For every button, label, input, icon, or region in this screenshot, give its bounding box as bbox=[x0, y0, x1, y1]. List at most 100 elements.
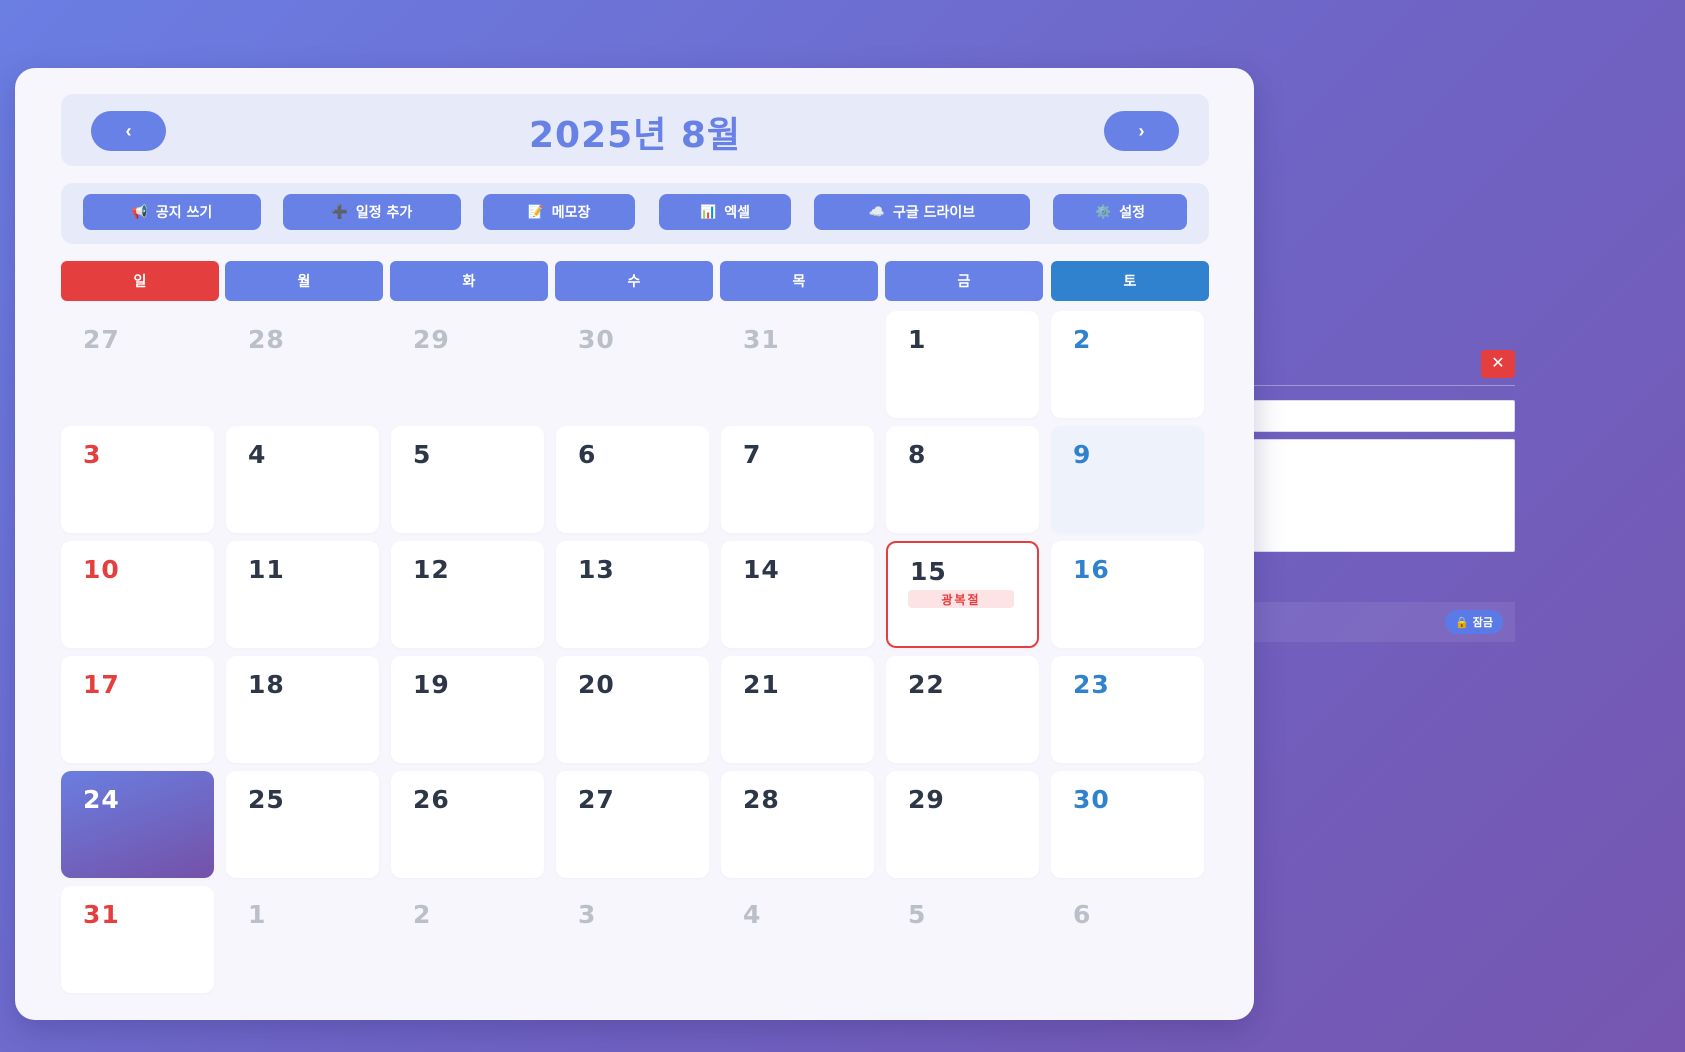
write-notice-label: 공지 쓰기 bbox=[155, 205, 213, 221]
day-cell-outside-month[interactable]: 3 bbox=[556, 886, 709, 993]
weekday-sun: 일 bbox=[61, 261, 219, 301]
add-event-button[interactable]: ➕ 일정 추가 bbox=[283, 194, 461, 230]
day-cell-outside-month[interactable]: 30 bbox=[556, 311, 709, 418]
day-number: 17 bbox=[83, 670, 120, 699]
lock-icon: 🔒 bbox=[1455, 615, 1469, 629]
day-cell-30[interactable]: 30 bbox=[1051, 771, 1204, 878]
day-cell-8[interactable]: 8 bbox=[886, 426, 1039, 533]
day-cell-outside-month[interactable]: 2 bbox=[391, 886, 544, 993]
day-number: 10 bbox=[83, 555, 120, 584]
day-cell-12[interactable]: 12 bbox=[391, 541, 544, 648]
close-button[interactable]: ✕ bbox=[1481, 350, 1515, 378]
day-cell-20[interactable]: 20 bbox=[556, 656, 709, 763]
day-cell-outside-month[interactable]: 1 bbox=[226, 886, 379, 993]
day-cell-21[interactable]: 21 bbox=[721, 656, 874, 763]
day-number: 31 bbox=[743, 325, 780, 354]
google-drive-label: 구글 드라이브 bbox=[893, 205, 976, 221]
day-cell-outside-month[interactable]: 29 bbox=[391, 311, 544, 418]
holiday-event-badge[interactable]: 광복절 bbox=[908, 590, 1014, 608]
weekday-fri: 금 bbox=[885, 261, 1043, 301]
day-number: 1 bbox=[248, 900, 267, 929]
day-number: 3 bbox=[578, 900, 597, 929]
day-number: 16 bbox=[1073, 555, 1110, 584]
day-cell-31[interactable]: 31 bbox=[61, 886, 214, 993]
day-number: 28 bbox=[743, 785, 780, 814]
day-number: 11 bbox=[248, 555, 285, 584]
day-cell-28[interactable]: 28 bbox=[721, 771, 874, 878]
next-month-button[interactable]: › bbox=[1104, 111, 1179, 151]
weekday-mon: 월 bbox=[225, 261, 383, 301]
day-number: 6 bbox=[578, 440, 597, 469]
memo-icon: 📝 bbox=[527, 204, 544, 220]
day-number: 5 bbox=[908, 900, 927, 929]
weekday-sat: 토 bbox=[1051, 261, 1209, 301]
calendar-card: ‹ 2025년 8월 › 📢 공지 쓰기 ➕ 일정 추가 📝 메모장 📊 엑셀 … bbox=[15, 68, 1254, 1020]
day-number: 27 bbox=[83, 325, 120, 354]
write-notice-button[interactable]: 📢 공지 쓰기 bbox=[83, 194, 261, 230]
excel-label: 엑셀 bbox=[724, 205, 750, 221]
day-cell-15[interactable]: 15 광복절 bbox=[886, 541, 1039, 648]
month-title: 2025년 8월 bbox=[528, 115, 742, 156]
day-number: 2 bbox=[1073, 325, 1092, 354]
megaphone-icon: 📢 bbox=[131, 204, 148, 220]
weekday-wed: 수 bbox=[555, 261, 713, 301]
day-number: 13 bbox=[578, 555, 615, 584]
close-icon: ✕ bbox=[1491, 355, 1505, 372]
day-cell-5[interactable]: 5 bbox=[391, 426, 544, 533]
day-cell-outside-month[interactable]: 31 bbox=[721, 311, 874, 418]
day-cell-7[interactable]: 7 bbox=[721, 426, 874, 533]
day-cell-9[interactable]: 9 bbox=[1051, 426, 1204, 533]
excel-button[interactable]: 📊 엑셀 bbox=[659, 194, 791, 230]
day-cell-24[interactable]: 24 bbox=[61, 771, 214, 878]
day-cell-outside-month[interactable]: 27 bbox=[61, 311, 214, 418]
weekday-thu: 목 bbox=[720, 261, 878, 301]
day-cell-14[interactable]: 14 bbox=[721, 541, 874, 648]
toolbar: 📢 공지 쓰기 ➕ 일정 추가 📝 메모장 📊 엑셀 ☁️ 구글 드라이브 ⚙️… bbox=[61, 183, 1209, 244]
day-cell-1[interactable]: 1 bbox=[886, 311, 1039, 418]
day-number: 27 bbox=[578, 785, 615, 814]
day-cell-27[interactable]: 27 bbox=[556, 771, 709, 878]
day-cell-10[interactable]: 10 bbox=[61, 541, 214, 648]
day-number: 4 bbox=[248, 440, 267, 469]
day-number: 21 bbox=[743, 670, 780, 699]
day-number: 8 bbox=[908, 440, 927, 469]
google-drive-button[interactable]: ☁️ 구글 드라이브 bbox=[814, 194, 1030, 230]
day-cell-outside-month[interactable]: 6 bbox=[1051, 886, 1204, 993]
day-cell-11[interactable]: 11 bbox=[226, 541, 379, 648]
day-cell-18[interactable]: 18 bbox=[226, 656, 379, 763]
chart-icon: 📊 bbox=[700, 204, 717, 220]
lock-label: 잠금 bbox=[1472, 616, 1493, 629]
day-cell-13[interactable]: 13 bbox=[556, 541, 709, 648]
day-cell-19[interactable]: 19 bbox=[391, 656, 544, 763]
settings-button[interactable]: ⚙️ 설정 bbox=[1053, 194, 1187, 230]
day-cell-6[interactable]: 6 bbox=[556, 426, 709, 533]
day-number: 23 bbox=[1073, 670, 1110, 699]
day-cell-3[interactable]: 3 bbox=[61, 426, 214, 533]
day-number: 18 bbox=[248, 670, 285, 699]
day-cell-2[interactable]: 2 bbox=[1051, 311, 1204, 418]
day-cell-25[interactable]: 25 bbox=[226, 771, 379, 878]
day-number: 30 bbox=[1073, 785, 1110, 814]
memo-label: 메모장 bbox=[551, 205, 591, 221]
day-cell-26[interactable]: 26 bbox=[391, 771, 544, 878]
day-number: 19 bbox=[413, 670, 450, 699]
day-cell-4[interactable]: 4 bbox=[226, 426, 379, 533]
day-cell-outside-month[interactable]: 28 bbox=[226, 311, 379, 418]
plus-icon: ➕ bbox=[331, 204, 348, 220]
day-number: 5 bbox=[413, 440, 432, 469]
day-number: 7 bbox=[743, 440, 762, 469]
day-cell-29[interactable]: 29 bbox=[886, 771, 1039, 878]
day-cell-outside-month[interactable]: 4 bbox=[721, 886, 874, 993]
day-cell-23[interactable]: 23 bbox=[1051, 656, 1204, 763]
chevron-right-icon: › bbox=[1138, 120, 1145, 141]
lock-button[interactable]: 🔒 잠금 bbox=[1445, 610, 1503, 634]
day-cell-22[interactable]: 22 bbox=[886, 656, 1039, 763]
day-cell-17[interactable]: 17 bbox=[61, 656, 214, 763]
add-event-label: 일정 추가 bbox=[355, 205, 413, 221]
day-cell-outside-month[interactable]: 5 bbox=[886, 886, 1039, 993]
weekday-tue: 화 bbox=[390, 261, 548, 301]
day-cell-16[interactable]: 16 bbox=[1051, 541, 1204, 648]
memo-button[interactable]: 📝 메모장 bbox=[483, 194, 635, 230]
day-number: 1 bbox=[908, 325, 927, 354]
day-number: 20 bbox=[578, 670, 615, 699]
